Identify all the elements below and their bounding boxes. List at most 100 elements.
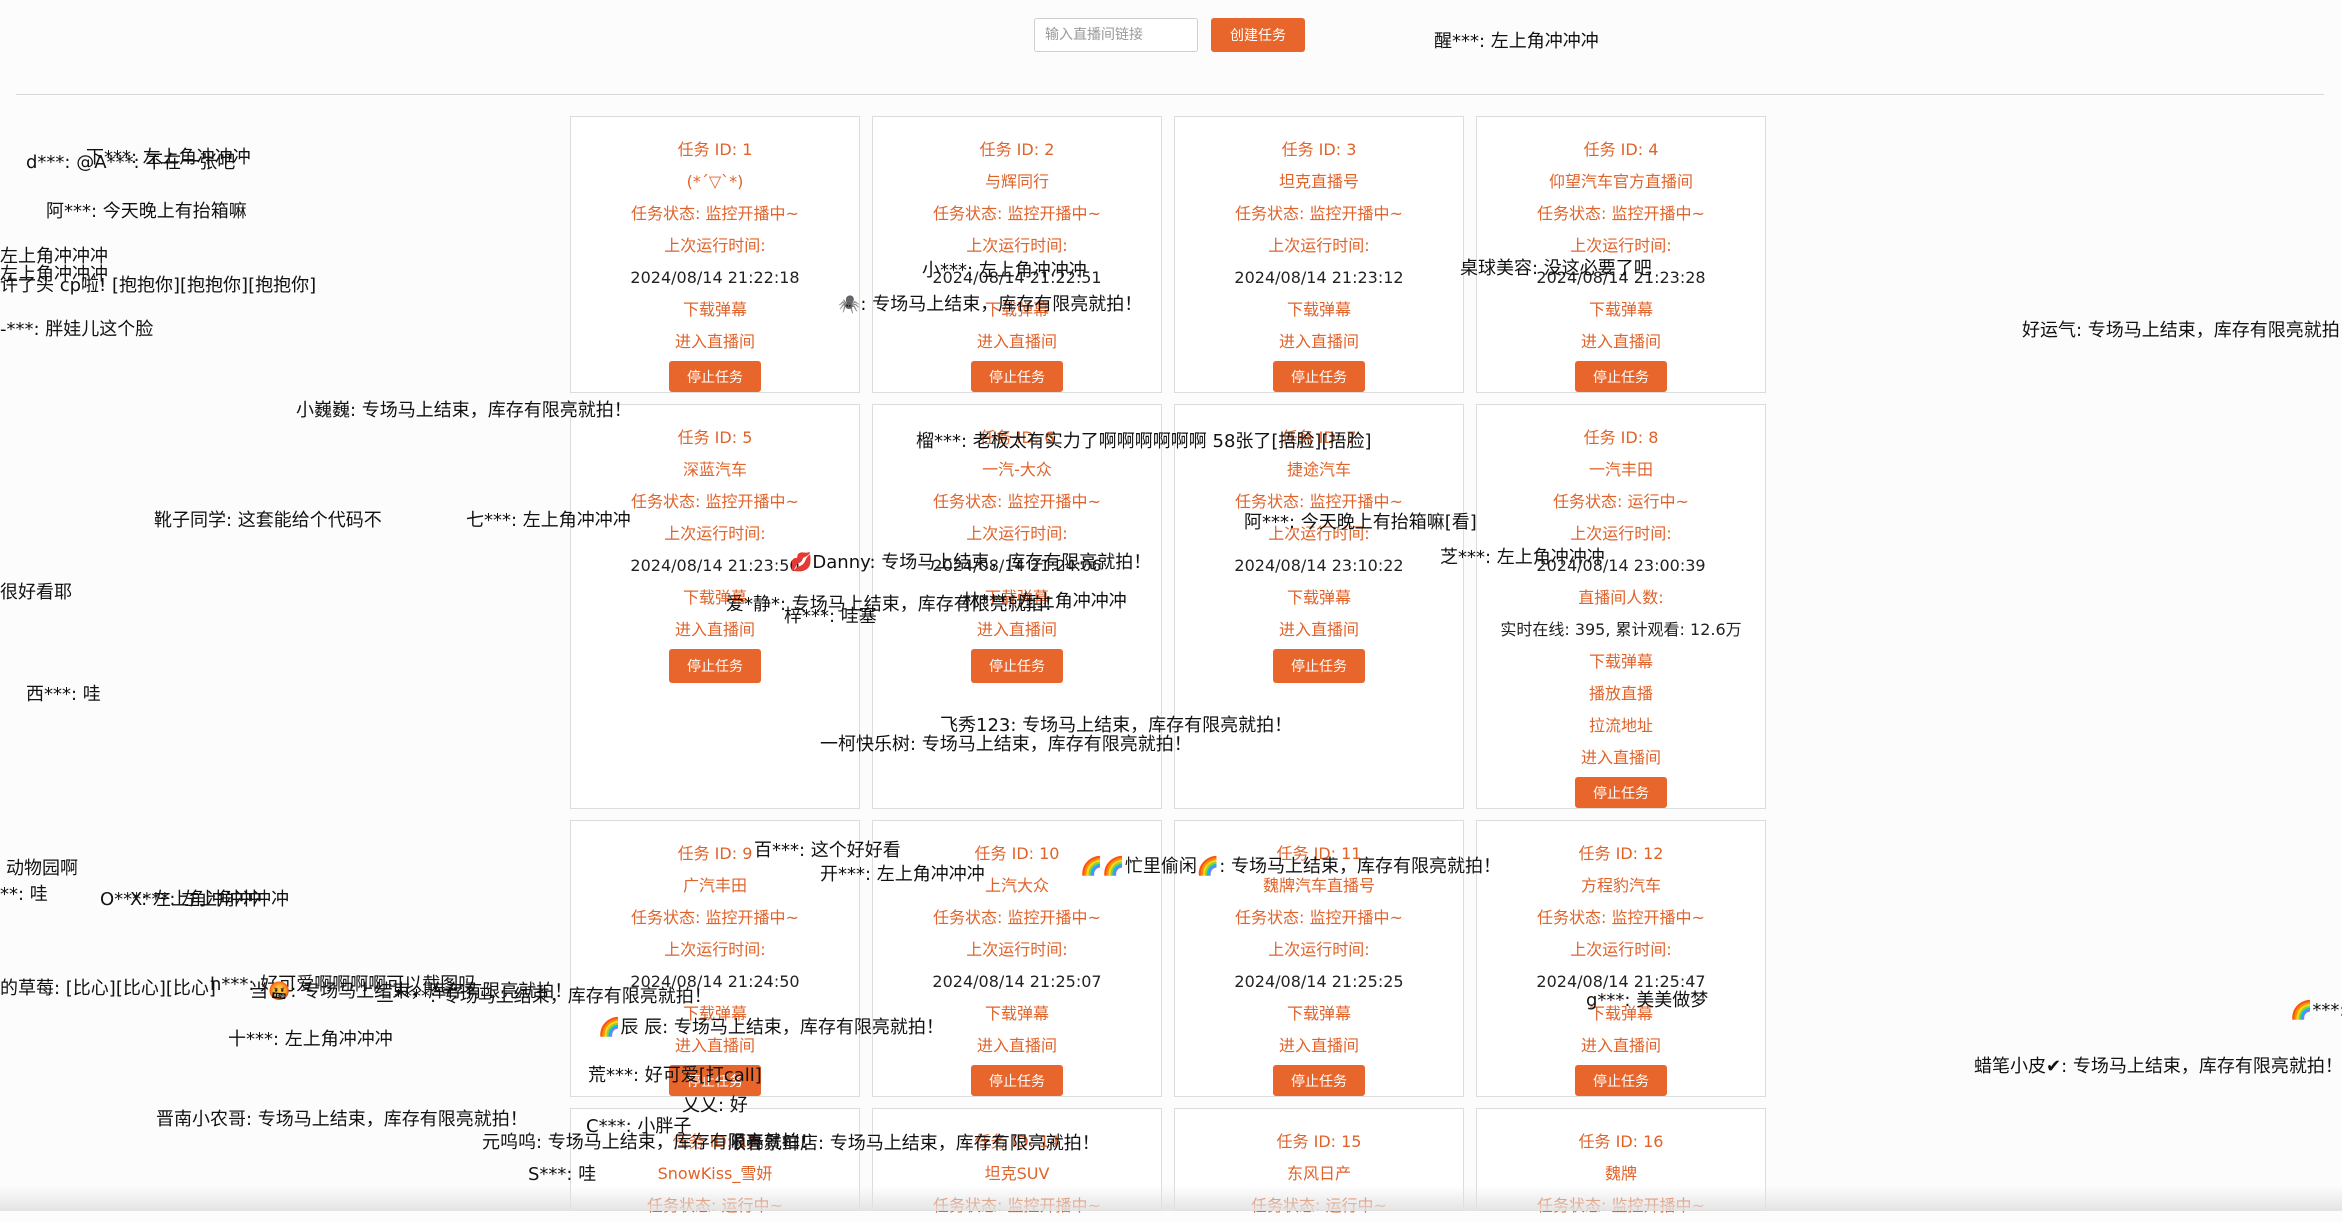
task-id: 任务 ID: 15 [1276, 1132, 1362, 1151]
download-danmaku-link[interactable]: 下载弹幕 [1287, 582, 1351, 614]
last-run-label: 上次运行时间: [966, 524, 1068, 543]
enter-live-room-link[interactable]: 进入直播间 [1279, 1030, 1359, 1062]
danmaku-item: X***: 左上角冲冲冲 [130, 889, 290, 910]
last-run-label: 上次运行时间: [1268, 524, 1370, 543]
download-danmaku-link[interactable]: 下载弹幕 [985, 582, 1049, 614]
task-id: 任务 ID: 13 [672, 1132, 758, 1151]
task-card: 任务 ID: 11 魏牌汽车直播号 任务状态: 监控开播中~ 上次运行时间: 2… [1174, 820, 1464, 1097]
last-run-time: 2024/08/14 23:00:39 [1536, 556, 1706, 575]
danmaku-overlay: 醒***: 左上角冲冲冲 下***: 左上角冲冲冲 d***: @A***: 不… [0, 0, 2342, 1211]
task-id: 任务 ID: 6 [979, 428, 1055, 447]
download-danmaku-link[interactable]: 下载弹幕 [683, 582, 747, 614]
enter-live-room-link[interactable]: 进入直播间 [675, 614, 755, 646]
task-name: 深蓝汽车 [682, 460, 747, 479]
download-danmaku-link[interactable]: 下载弹幕 [683, 294, 747, 326]
download-danmaku-link[interactable]: 下载弹幕 [1589, 998, 1653, 1030]
stop-task-button[interactable]: 停止任务 [1575, 1065, 1667, 1096]
pull-stream-url-link[interactable]: 拉流地址 [1589, 710, 1653, 742]
stop-task-button[interactable]: 停止任务 [1273, 361, 1365, 392]
danmaku-item: 靴子同学: 这套能给个代码不 [154, 510, 382, 531]
last-run-label: 上次运行时间: [1570, 524, 1672, 543]
task-id: 任务 ID: 1 [677, 140, 753, 159]
download-danmaku-link[interactable]: 下载弹幕 [1287, 998, 1351, 1030]
enter-live-room-link[interactable]: 进入直播间 [1581, 326, 1661, 358]
last-run-time: 2024/08/14 21:25:47 [1536, 972, 1706, 991]
live-url-input[interactable] [1034, 18, 1198, 52]
danmaku-item: -***: 胖娃儿这个脸 [0, 319, 154, 340]
danmaku-item: O***: 左上角冲冲冲 [100, 889, 261, 910]
task-id: 任务 ID: 5 [677, 428, 753, 447]
last-run-label: 上次运行时间: [664, 940, 766, 959]
task-name: (*´▽`*) [686, 172, 744, 191]
enter-live-room-link[interactable]: 进入直播间 [675, 326, 755, 358]
task-card: 任务 ID: 6 一汽-大众 任务状态: 监控开播中~ 上次运行时间: 2024… [872, 404, 1162, 809]
last-run-label: 上次运行时间: [1268, 940, 1370, 959]
task-status: 任务状态: 监控开播中~ [933, 204, 1101, 223]
stop-task-button[interactable]: 停止任务 [1273, 649, 1365, 683]
task-card: 任务 ID: 1 (*´▽`*) 任务状态: 监控开播中~ 上次运行时间: 20… [570, 116, 860, 393]
last-run-time: 2024/08/14 21:25:07 [932, 972, 1102, 991]
download-danmaku-link[interactable]: 下载弹幕 [1589, 294, 1653, 326]
enter-live-room-link[interactable]: 进入直播间 [977, 326, 1057, 358]
task-id: 任务 ID: 12 [1578, 844, 1664, 863]
danmaku-item: 🌈***: [2290, 1000, 2342, 1021]
stop-task-button[interactable]: 停止任务 [1273, 1065, 1365, 1096]
last-run-time: 2024/08/14 21:25:25 [1234, 972, 1404, 991]
enter-live-room-link[interactable]: 进入直播间 [675, 1030, 755, 1062]
download-danmaku-link[interactable]: 下载弹幕 [1589, 646, 1653, 678]
stop-task-button[interactable]: 停止任务 [971, 649, 1063, 683]
download-danmaku-link[interactable]: 下载弹幕 [683, 998, 747, 1030]
task-name: 魏牌汽车直播号 [1262, 876, 1375, 895]
danmaku-item: **: 哇 [0, 884, 48, 905]
danmaku-item: 左上角冲冲冲 [0, 246, 108, 267]
task-status: 任务状态: 监控开播中~ [933, 492, 1101, 511]
download-danmaku-link[interactable]: 下载弹幕 [1287, 294, 1351, 326]
download-danmaku-link[interactable]: 下载弹幕 [985, 998, 1049, 1030]
enter-live-room-link[interactable]: 进入直播间 [977, 614, 1057, 646]
stop-task-button[interactable]: 停止任务 [669, 361, 761, 392]
last-run-time: 2024/08/14 21:24:06 [932, 556, 1102, 575]
create-task-button[interactable]: 创建任务 [1211, 18, 1305, 52]
play-live-link[interactable]: 播放直播 [1589, 678, 1653, 710]
last-run-label: 上次运行时间: [966, 236, 1068, 255]
task-id: 任务 ID: 2 [979, 140, 1055, 159]
task-card: 任务 ID: 4 仰望汽车官方直播间 任务状态: 监控开播中~ 上次运行时间: … [1476, 116, 1766, 393]
task-status: 任务状态: 监控开播中~ [1235, 204, 1403, 223]
task-name: 与辉同行 [984, 172, 1049, 191]
danmaku-item: 晋南小农哥: 专场马上结束，库存有限亮就拍！ [156, 1109, 528, 1130]
last-run-time: 2024/08/14 21:24:50 [630, 972, 800, 991]
task-status: 任务状态: 监控开播中~ [631, 204, 799, 223]
task-status: 任务状态: 监控开播中~ [933, 908, 1101, 927]
task-name: 一汽丰田 [1588, 460, 1653, 479]
enter-live-room-link[interactable]: 进入直播间 [977, 1030, 1057, 1062]
task-status: 任务状态: 监控开播中~ [1235, 908, 1403, 927]
bottom-fade [0, 1186, 2342, 1211]
task-id: 任务 ID: 16 [1578, 1132, 1664, 1151]
enter-live-room-link[interactable]: 进入直播间 [1279, 326, 1359, 358]
stop-task-button[interactable]: 停止任务 [1575, 361, 1667, 392]
danmaku-item: 左上角冲冲冲 [0, 264, 108, 285]
danmaku-item: 阿***: 今天晚上有抬箱嘛 [46, 201, 247, 222]
danmaku-item: 蜡笔小皮✔: 专场马上结束，库存有限亮就拍！ [1974, 1056, 2342, 1077]
task-card: 任务 ID: 8 一汽丰田 任务状态: 运行中~ 上次运行时间: 2024/08… [1476, 404, 1766, 809]
task-card: 任务 ID: 5 深蓝汽车 任务状态: 监控开播中~ 上次运行时间: 2024/… [570, 404, 860, 809]
task-status: 任务状态: 监控开播中~ [1537, 204, 1705, 223]
task-card: 任务 ID: 12 方程豹汽车 任务状态: 监控开播中~ 上次运行时间: 202… [1476, 820, 1766, 1097]
task-name: 一汽-大众 [982, 460, 1052, 479]
task-status: 任务状态: 监控开播中~ [1537, 908, 1705, 927]
stop-task-button[interactable]: 停止任务 [971, 1065, 1063, 1096]
task-id: 任务 ID: 7 [1281, 428, 1357, 447]
danmaku-item: 下***: 左上角冲冲冲 [86, 147, 251, 168]
download-danmaku-link[interactable]: 下载弹幕 [985, 294, 1049, 326]
enter-live-room-link[interactable]: 进入直播间 [1279, 614, 1359, 646]
stop-task-button[interactable]: 停止任务 [669, 649, 761, 683]
stop-task-button[interactable]: 停止任务 [669, 1065, 761, 1096]
last-run-label: 上次运行时间: [966, 940, 1068, 959]
task-status: 任务状态: 监控开播中~ [631, 492, 799, 511]
enter-live-room-link[interactable]: 进入直播间 [1581, 742, 1661, 774]
stop-task-button[interactable]: 停止任务 [1575, 777, 1667, 808]
enter-live-room-link[interactable]: 进入直播间 [1581, 1030, 1661, 1062]
last-run-label: 上次运行时间: [1268, 236, 1370, 255]
viewers-count: 实时在线: 395, 累计观看: 12.6万 [1500, 620, 1742, 639]
stop-task-button[interactable]: 停止任务 [971, 361, 1063, 392]
